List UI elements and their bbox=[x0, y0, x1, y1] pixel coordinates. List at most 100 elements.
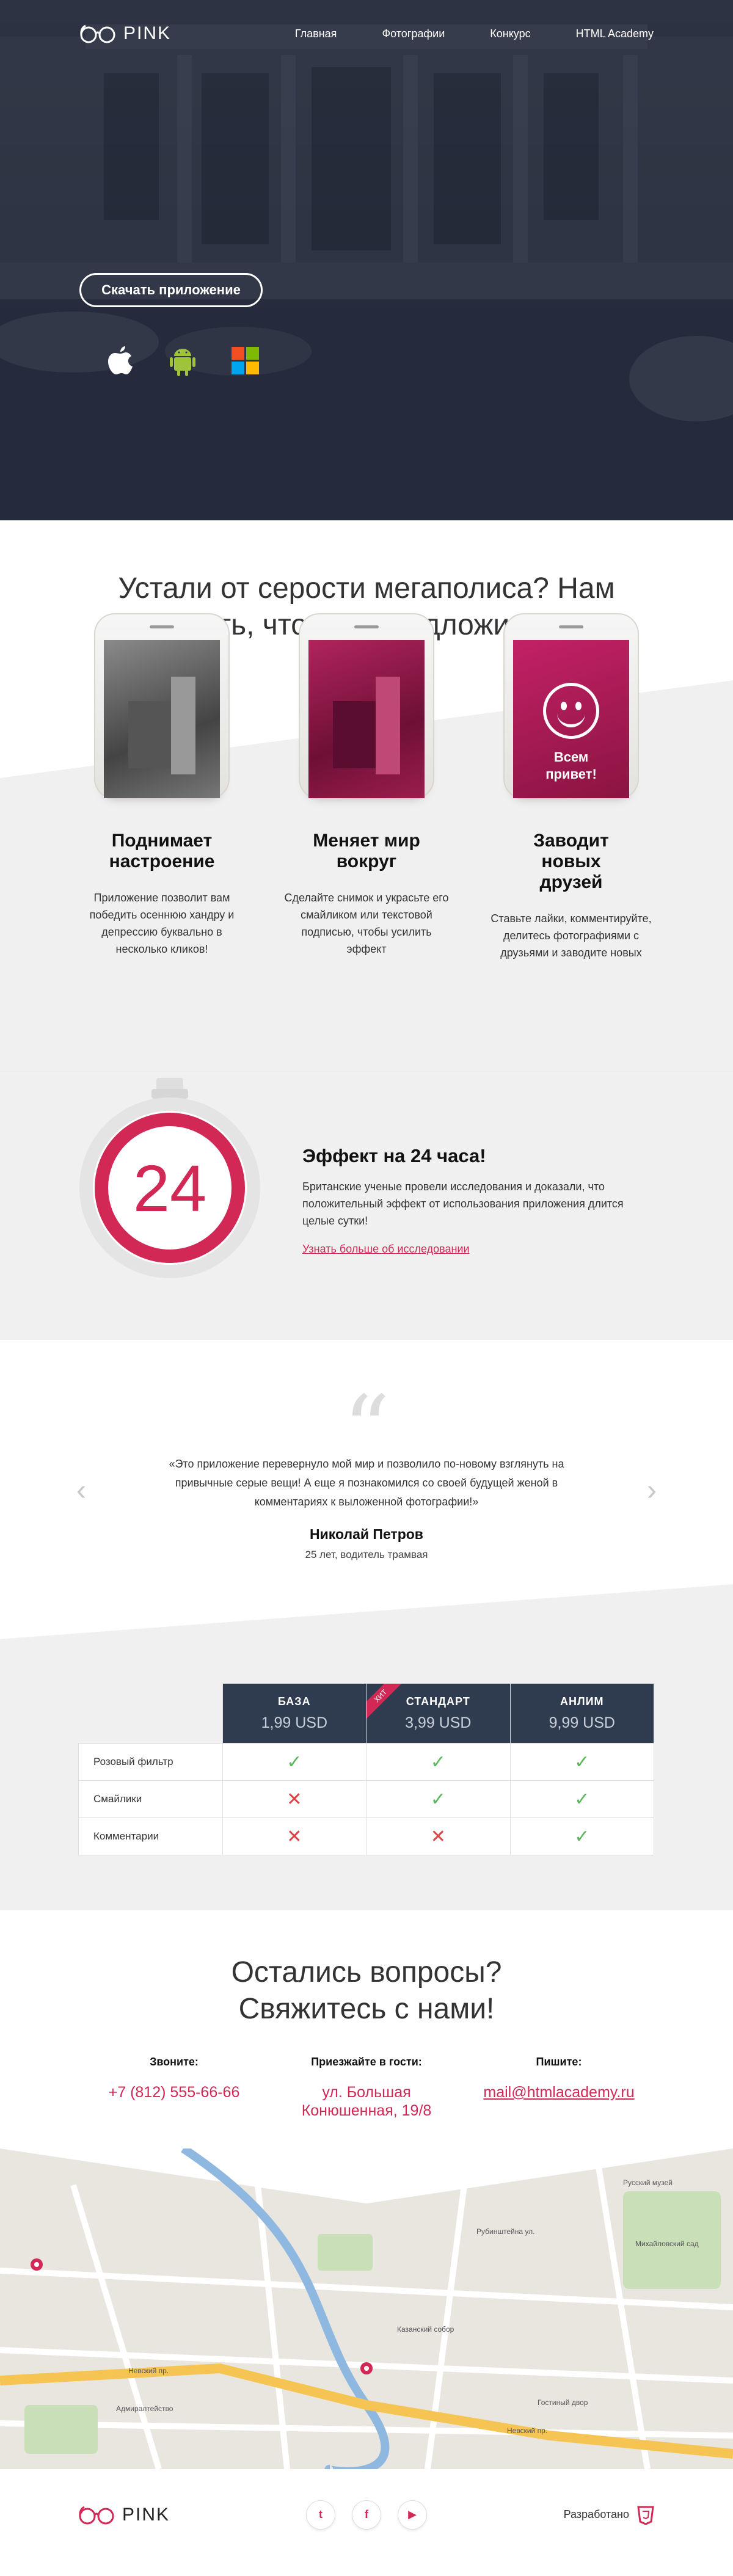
apple-icon[interactable] bbox=[107, 345, 134, 380]
feature-text: Приложение позволит вам победить осеннюю… bbox=[89, 892, 235, 955]
contact-phone: Звоните: +7 (812) 555-66-66 bbox=[87, 2056, 261, 2120]
nav-html-academy[interactable]: HTML Academy bbox=[576, 27, 654, 40]
feature-title: Меняет мир вокруг bbox=[313, 831, 420, 871]
glasses-logo-icon bbox=[79, 2506, 114, 2524]
windows-icon[interactable] bbox=[232, 347, 260, 378]
glasses-logo-icon bbox=[80, 24, 115, 43]
credits-text: Разработано bbox=[563, 2508, 629, 2520]
main-nav: Главная Фотографии Конкурс HTML Academy bbox=[295, 27, 654, 40]
plan-price: 9,99 USD bbox=[549, 1714, 615, 1731]
android-icon[interactable] bbox=[169, 345, 196, 380]
table-row: Розовый фильтр ✓ ✓ ✓ bbox=[78, 1743, 655, 1781]
phone-screens: Всем привет! bbox=[0, 613, 733, 799]
footer-logo[interactable]: PINK bbox=[78, 2505, 170, 2525]
address-text: ул. Большая Конюшенная, 19/8 bbox=[301, 2084, 432, 2119]
social-links: t f ▶ bbox=[306, 2500, 427, 2530]
logo-text: PINK bbox=[122, 2504, 170, 2525]
map-label: Рубинштейна ул. bbox=[476, 2227, 534, 2236]
map-label: Гостиный двор bbox=[538, 2398, 588, 2407]
contact-email: Пишите: mail@htmlacademy.ru bbox=[472, 2056, 646, 2120]
effect-section: 24 Эффект на 24 часа! Британские ученые … bbox=[0, 1071, 733, 1340]
contact-label: Пишите: bbox=[536, 2056, 582, 2068]
phone-greeting-text: Всем привет! bbox=[545, 749, 597, 782]
contacts-section: Остались вопросы? Свяжитесь с нами! Звон… bbox=[0, 1910, 733, 2148]
feature-item: Заводит новых друзей Ставьте лайки, комм… bbox=[487, 831, 655, 961]
download-app-button[interactable]: Скачать приложение bbox=[79, 273, 263, 307]
stopwatch-icon: 24 bbox=[79, 1078, 260, 1278]
effect-text-block: Эффект на 24 часа! Британские ученые про… bbox=[302, 1145, 632, 1256]
phone-world bbox=[299, 613, 434, 799]
review-section: “ ‹ › «Это приложение перевернуло мой ми… bbox=[0, 1340, 733, 1639]
plan-name: БАЗА bbox=[278, 1695, 311, 1708]
feature-title: Поднимает настроение bbox=[109, 831, 215, 871]
hero-overlay bbox=[0, 0, 733, 520]
nav-contest[interactable]: Конкурс bbox=[490, 27, 530, 40]
plan-name: АНЛИМ bbox=[560, 1695, 604, 1708]
feature-text: Сделайте снимок и украсьте его смайликом… bbox=[284, 892, 449, 955]
check-icon: ✓ bbox=[574, 1826, 590, 1847]
map-label: Адмиралтейство bbox=[116, 2404, 173, 2413]
review-author: Николай Петров bbox=[310, 1526, 423, 1542]
map-label: Казанский собор bbox=[397, 2325, 454, 2334]
nav-home[interactable]: Главная bbox=[295, 27, 337, 40]
research-link[interactable]: Узнать больше об исследовании bbox=[302, 1243, 470, 1256]
header-logo[interactable]: PINK bbox=[79, 23, 171, 44]
phone-screen-smile: Всем привет! bbox=[513, 640, 629, 798]
cross-icon: ✕ bbox=[286, 1826, 302, 1847]
logo-text: PINK bbox=[123, 23, 172, 43]
plan-basic[interactable]: БАЗА 1,99 USD bbox=[222, 1683, 367, 1744]
phone-mood bbox=[94, 613, 230, 799]
pricing-section: БАЗА 1,99 USD ХИТ СТАНДАРТ 3,99 USD АНЛИ… bbox=[0, 1639, 733, 1910]
feature-label: Смайлики bbox=[78, 1780, 223, 1818]
review-text: «Это приложение перевернуло мой мир и по… bbox=[169, 1458, 564, 1508]
youtube-icon[interactable]: ▶ bbox=[398, 2500, 427, 2530]
phone-friends: Всем привет! bbox=[503, 613, 639, 799]
contacts-title: Остались вопросы? Свяжитесь с нами! bbox=[231, 1956, 502, 2025]
nav-photos[interactable]: Фотографии bbox=[382, 27, 445, 40]
feature-text: Ставьте лайки, комментируйте, делитесь ф… bbox=[490, 912, 652, 959]
plan-standard[interactable]: ХИТ СТАНДАРТ 3,99 USD bbox=[366, 1683, 511, 1744]
review-author-role: 25 лет, водитель трамвая bbox=[305, 1549, 428, 1560]
platform-icons bbox=[107, 345, 260, 380]
review-prev-arrow-icon[interactable]: ‹ bbox=[76, 1476, 86, 1505]
feature-label: Розовый фильтр bbox=[78, 1743, 223, 1781]
map-label: Невский пр. bbox=[507, 2426, 547, 2435]
effect-title: Эффект на 24 часа! bbox=[302, 1145, 486, 1166]
plan-price: 1,99 USD bbox=[261, 1714, 328, 1731]
check-icon: ✓ bbox=[430, 1752, 446, 1772]
twitter-icon[interactable]: t bbox=[306, 2500, 335, 2530]
hero-section: PINK Главная Фотографии Конкурс HTML Aca… bbox=[0, 0, 733, 520]
plan-unlimited[interactable]: АНЛИМ 9,99 USD bbox=[509, 1683, 655, 1744]
phone-screen-pink-photo bbox=[308, 640, 425, 798]
effect-description: Британские ученые провели исследования и… bbox=[302, 1181, 624, 1227]
contact-list: Звоните: +7 (812) 555-66-66 Приезжайте в… bbox=[0, 2056, 733, 2120]
map-label: Невский пр. bbox=[128, 2367, 169, 2375]
features-section: Всем привет! Поднимает настроение Прилож… bbox=[0, 613, 733, 1071]
review-next-arrow-icon[interactable]: › bbox=[647, 1476, 657, 1505]
pricing-table: БАЗА 1,99 USD ХИТ СТАНДАРТ 3,99 USD АНЛИ… bbox=[78, 1683, 655, 1855]
check-icon: ✓ bbox=[430, 1789, 446, 1810]
site-footer: PINK t f ▶ Разработано bbox=[0, 2469, 733, 2560]
table-row: Смайлики ✕ ✓ ✓ bbox=[78, 1780, 655, 1818]
phone-link[interactable]: +7 (812) 555-66-66 bbox=[87, 2083, 261, 2101]
cross-icon: ✕ bbox=[286, 1789, 302, 1810]
site-header: PINK Главная Фотографии Конкурс HTML Aca… bbox=[0, 0, 733, 67]
contact-address: Приезжайте в гости: ул. Большая Конюшенн… bbox=[280, 2056, 454, 2120]
email-link[interactable]: mail@htmlacademy.ru bbox=[472, 2083, 646, 2101]
phone-screen-bw-photo bbox=[104, 640, 220, 798]
pricing-header-row: БАЗА 1,99 USD ХИТ СТАНДАРТ 3,99 USD АНЛИ… bbox=[79, 1683, 655, 1744]
location-map[interactable]: Невский пр. Невский пр. Русский музей Ми… bbox=[0, 2148, 733, 2469]
feature-label: Комментарии bbox=[78, 1817, 223, 1855]
check-icon: ✓ bbox=[286, 1752, 302, 1772]
contact-label: Звоните: bbox=[150, 2056, 199, 2068]
table-row: Комментарии ✕ ✕ ✓ bbox=[78, 1817, 655, 1855]
cross-icon: ✕ bbox=[430, 1826, 446, 1847]
map-label: Михайловский сад bbox=[635, 2239, 699, 2248]
check-icon: ✓ bbox=[574, 1752, 590, 1772]
feature-item: Поднимает настроение Приложение позволит… bbox=[78, 831, 246, 961]
plan-price: 3,99 USD bbox=[405, 1714, 472, 1731]
smiley-icon bbox=[543, 683, 599, 739]
facebook-icon[interactable]: f bbox=[352, 2500, 381, 2530]
html-academy-logo-icon[interactable] bbox=[636, 2505, 655, 2525]
feature-title: Заводит новых друзей bbox=[533, 831, 609, 892]
